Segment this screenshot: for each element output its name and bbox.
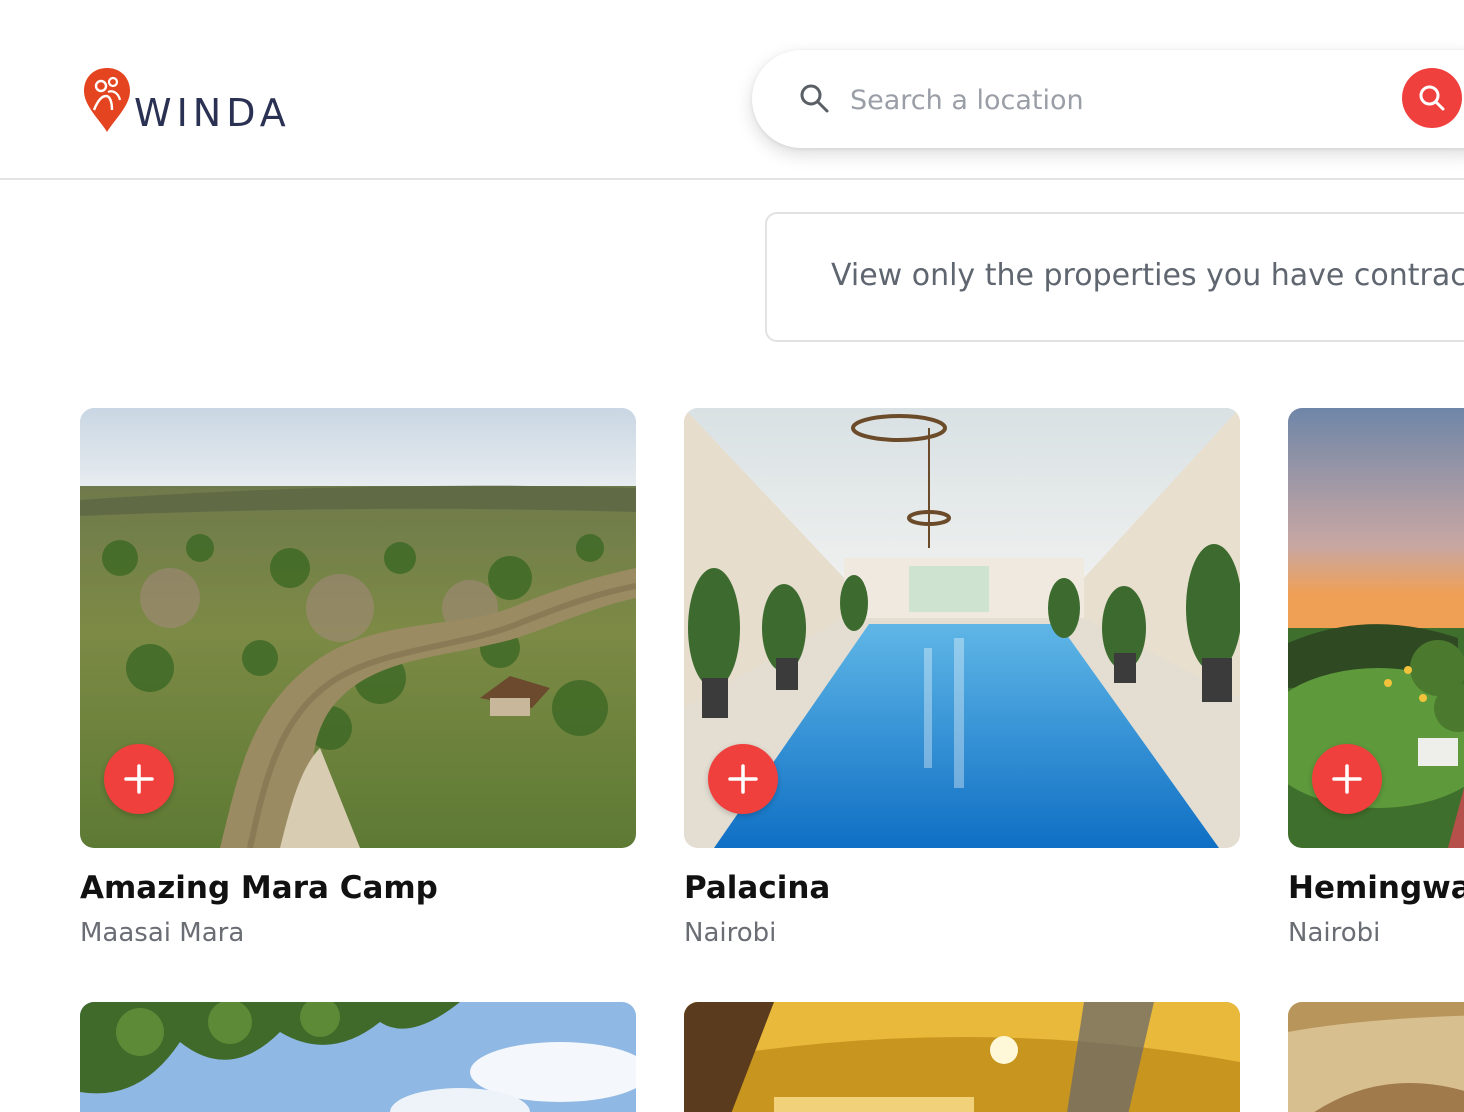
location-pin-icon <box>84 68 130 132</box>
property-card[interactable]: Amazing Mara Camp Maasai Mara <box>80 408 636 948</box>
page: WINDA View only the properties you have … <box>0 0 1464 1112</box>
plus-icon <box>728 764 758 794</box>
add-property-button[interactable] <box>1312 744 1382 814</box>
property-photo <box>1288 1002 1464 1112</box>
filter-label: View only the properties you have contra… <box>831 258 1464 293</box>
search-input[interactable] <box>848 76 1372 124</box>
top-header: WINDA <box>0 0 1464 180</box>
property-image[interactable] <box>1288 408 1464 848</box>
plus-icon <box>1332 764 1362 794</box>
search-icon <box>800 84 829 113</box>
property-image[interactable] <box>684 408 1240 848</box>
property-location: Maasai Mara <box>80 918 245 948</box>
property-photo <box>684 1002 1240 1112</box>
property-name[interactable]: Palacina <box>684 870 1240 906</box>
property-image[interactable] <box>80 408 636 848</box>
search-bar <box>752 50 1464 148</box>
property-location: Nairobi <box>1288 918 1381 948</box>
search-button[interactable] <box>1402 68 1462 128</box>
property-name[interactable]: Amazing Mara Camp <box>80 870 636 906</box>
contracted-properties-filter[interactable]: View only the properties you have contra… <box>765 212 1464 342</box>
add-property-button[interactable] <box>708 744 778 814</box>
brand-name: WINDA <box>134 91 291 135</box>
add-property-button[interactable] <box>104 744 174 814</box>
property-name[interactable]: Hemingway <box>1288 870 1464 906</box>
property-location: Nairobi <box>684 918 777 948</box>
search-icon <box>1419 85 1445 111</box>
brand-logo[interactable]: WINDA <box>82 64 291 134</box>
plus-icon <box>124 764 154 794</box>
property-card[interactable]: Hemingway Nairobi <box>1288 408 1464 948</box>
property-photo <box>80 1002 636 1112</box>
property-image[interactable] <box>1288 1002 1464 1112</box>
property-image[interactable] <box>684 1002 1240 1112</box>
property-image[interactable] <box>80 1002 636 1112</box>
property-card[interactable]: Palacina Nairobi <box>684 408 1240 948</box>
